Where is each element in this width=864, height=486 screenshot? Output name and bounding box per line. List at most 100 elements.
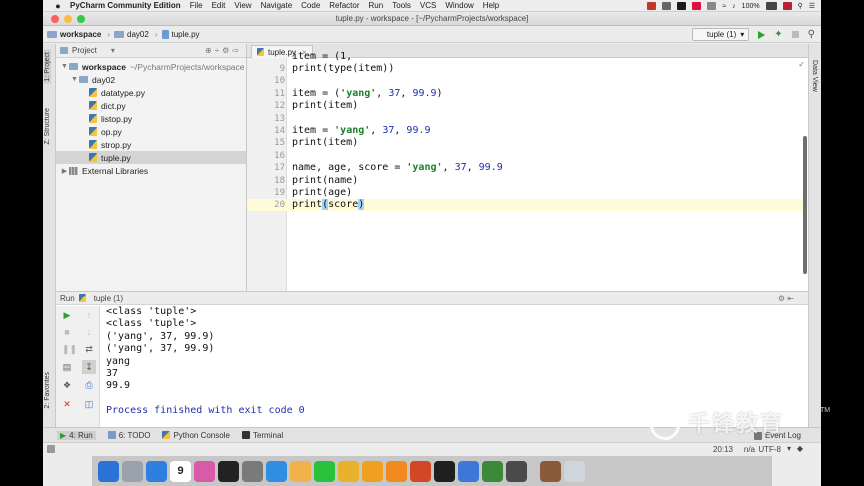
menu-tools[interactable]: Tools: [392, 1, 411, 10]
line-separator[interactable]: n/a: [744, 445, 755, 454]
code-token: 99.9: [412, 87, 437, 99]
tree-file[interactable]: listop.py: [56, 112, 246, 125]
pycharm-icon[interactable]: [434, 461, 455, 482]
tool-tab-data-view[interactable]: Data View: [811, 60, 818, 92]
status-app-icon[interactable]: [647, 2, 657, 10]
panel-settings-icon[interactable]: ⚙ ⇤: [778, 294, 794, 303]
menu-help[interactable]: Help: [483, 1, 499, 10]
terminal-icon[interactable]: [218, 461, 239, 482]
menu-view[interactable]: View: [234, 1, 251, 10]
tree-file[interactable]: strop.py: [56, 138, 246, 151]
tool-tab-run[interactable]: ▶ 4: Run: [57, 430, 96, 440]
us-flag-icon[interactable]: [782, 2, 792, 10]
menu-run[interactable]: Run: [369, 1, 384, 10]
baidu-icon[interactable]: [458, 461, 479, 482]
expand-arrow-icon[interactable]: ▼: [70, 76, 79, 83]
rerun-icon[interactable]: ▶: [62, 310, 72, 320]
stop-run-icon[interactable]: ■: [62, 327, 72, 337]
file-encoding[interactable]: UTF-8: [758, 445, 781, 454]
clear-trash-icon[interactable]: ◫: [84, 399, 94, 409]
status-monitor-icon[interactable]: [677, 2, 687, 10]
menu-navigate[interactable]: Navigate: [261, 1, 293, 10]
soft-wrap-icon[interactable]: ⇄: [84, 344, 94, 354]
tool-tab-project[interactable]: 1: Project: [44, 50, 51, 84]
scroll-end-icon[interactable]: ↧: [82, 360, 96, 374]
wechat-icon[interactable]: [314, 461, 335, 482]
tree-file[interactable]: datatype.py: [56, 86, 246, 99]
status-record-icon[interactable]: [692, 2, 702, 10]
code-editor[interactable]: item = (1, 9 print(type(item)) 10 11 item = …: [247, 51, 808, 291]
itunes-icon[interactable]: [194, 461, 215, 482]
menu-file[interactable]: File: [190, 1, 203, 10]
chrome-icon[interactable]: [482, 461, 503, 482]
chevron-down-icon[interactable]: ▾: [111, 46, 115, 55]
calendar-icon[interactable]: 9: [170, 461, 191, 482]
weibo-icon[interactable]: [338, 461, 359, 482]
inspection-ok-icon[interactable]: ✓: [798, 60, 805, 69]
expand-arrow-icon[interactable]: ▶: [60, 167, 69, 175]
tree-root-workspace[interactable]: ▼ workspace ~/PycharmProjects/workspace: [56, 60, 246, 73]
caret-position[interactable]: 20:13: [713, 445, 733, 454]
tool-tab-python-console[interactable]: Python Console: [162, 431, 230, 440]
status-sync-icon[interactable]: [662, 2, 672, 10]
battery-icon[interactable]: [765, 2, 777, 10]
trash-icon[interactable]: [564, 461, 585, 482]
apple-icon[interactable]: ●: [53, 1, 63, 11]
stop-icon[interactable]: [791, 31, 799, 38]
tree-file[interactable]: op.py: [56, 125, 246, 138]
photos-icon[interactable]: [290, 461, 311, 482]
tree-file-selected[interactable]: tuple.py: [56, 151, 246, 164]
tree-folder-day02[interactable]: ▼ day02: [56, 73, 246, 86]
breadcrumb-tuple[interactable]: tuple.py: [161, 29, 200, 39]
menu-edit[interactable]: Edit: [212, 1, 226, 10]
project-panel-tools[interactable]: ⊕÷⚙⇨: [205, 46, 242, 55]
run-config-tab[interactable]: tuple (1): [94, 294, 123, 303]
notes-icon[interactable]: [506, 461, 527, 482]
status-airplay-icon[interactable]: [707, 2, 717, 10]
pause-icon[interactable]: ❚❚: [62, 344, 77, 354]
editor-scrollbar[interactable]: [803, 136, 807, 274]
finder-icon[interactable]: [98, 461, 119, 482]
search-icon[interactable]: ⚲: [808, 29, 815, 40]
tool-tab-terminal[interactable]: Terminal: [241, 431, 283, 440]
system-preferences-icon[interactable]: [242, 461, 263, 482]
tree-file[interactable]: dict.py: [56, 99, 246, 112]
launchpad-icon[interactable]: [122, 461, 143, 482]
tool-tab-structure[interactable]: Z: Structure: [44, 108, 51, 145]
menu-window[interactable]: Window: [445, 1, 473, 10]
finder2-icon[interactable]: [540, 461, 561, 482]
qq-icon[interactable]: [362, 461, 383, 482]
tool-tab-favorites[interactable]: 2: Favorites: [44, 372, 51, 409]
tool-windows-icon[interactable]: [47, 445, 55, 453]
powerpoint-icon[interactable]: [410, 461, 431, 482]
wifi-icon[interactable]: ≈: [722, 3, 726, 10]
down-arrow-icon[interactable]: ↓: [84, 327, 94, 337]
notification-list-icon[interactable]: ☰: [809, 2, 815, 10]
xcode-icon[interactable]: [266, 461, 287, 482]
menu-app-name[interactable]: PyCharm Community Edition: [70, 1, 181, 10]
chevron-down-icon[interactable]: ▾: [787, 444, 791, 453]
console-output[interactable]: <class 'tuple'> <class 'tuple'> ('yang',…: [106, 306, 305, 417]
menu-code[interactable]: Code: [301, 1, 320, 10]
safari-icon[interactable]: [146, 461, 167, 482]
pin-icon[interactable]: ❖: [62, 380, 72, 390]
close-run-icon[interactable]: ✕: [62, 399, 72, 409]
tree-external-libraries[interactable]: ▶ External Libraries: [56, 164, 246, 177]
sublime-icon[interactable]: [386, 461, 407, 482]
volume-icon[interactable]: ♪: [732, 3, 736, 10]
run-config-select[interactable]: tuple (1) ▾: [691, 28, 750, 41]
breadcrumb-workspace[interactable]: workspace: [47, 30, 101, 39]
search-spotlight-icon[interactable]: ⚲: [798, 2, 803, 10]
debug-bug-icon[interactable]: ✦: [774, 29, 782, 40]
menu-refactor[interactable]: Refactor: [329, 1, 359, 10]
up-arrow-icon[interactable]: ↑: [84, 310, 94, 320]
menu-vcs[interactable]: VCS: [420, 1, 436, 10]
tool-tab-todo[interactable]: 6: TODO: [107, 431, 150, 440]
project-header-label[interactable]: Project: [72, 46, 97, 55]
dump-threads-icon[interactable]: ▤: [62, 362, 72, 372]
breadcrumb-day02[interactable]: day02: [114, 30, 149, 39]
print-icon[interactable]: ⎙: [84, 380, 94, 390]
expand-arrow-icon[interactable]: ▼: [60, 63, 69, 70]
run-play-icon[interactable]: [758, 30, 766, 39]
lock-icon[interactable]: ◆: [797, 444, 803, 453]
